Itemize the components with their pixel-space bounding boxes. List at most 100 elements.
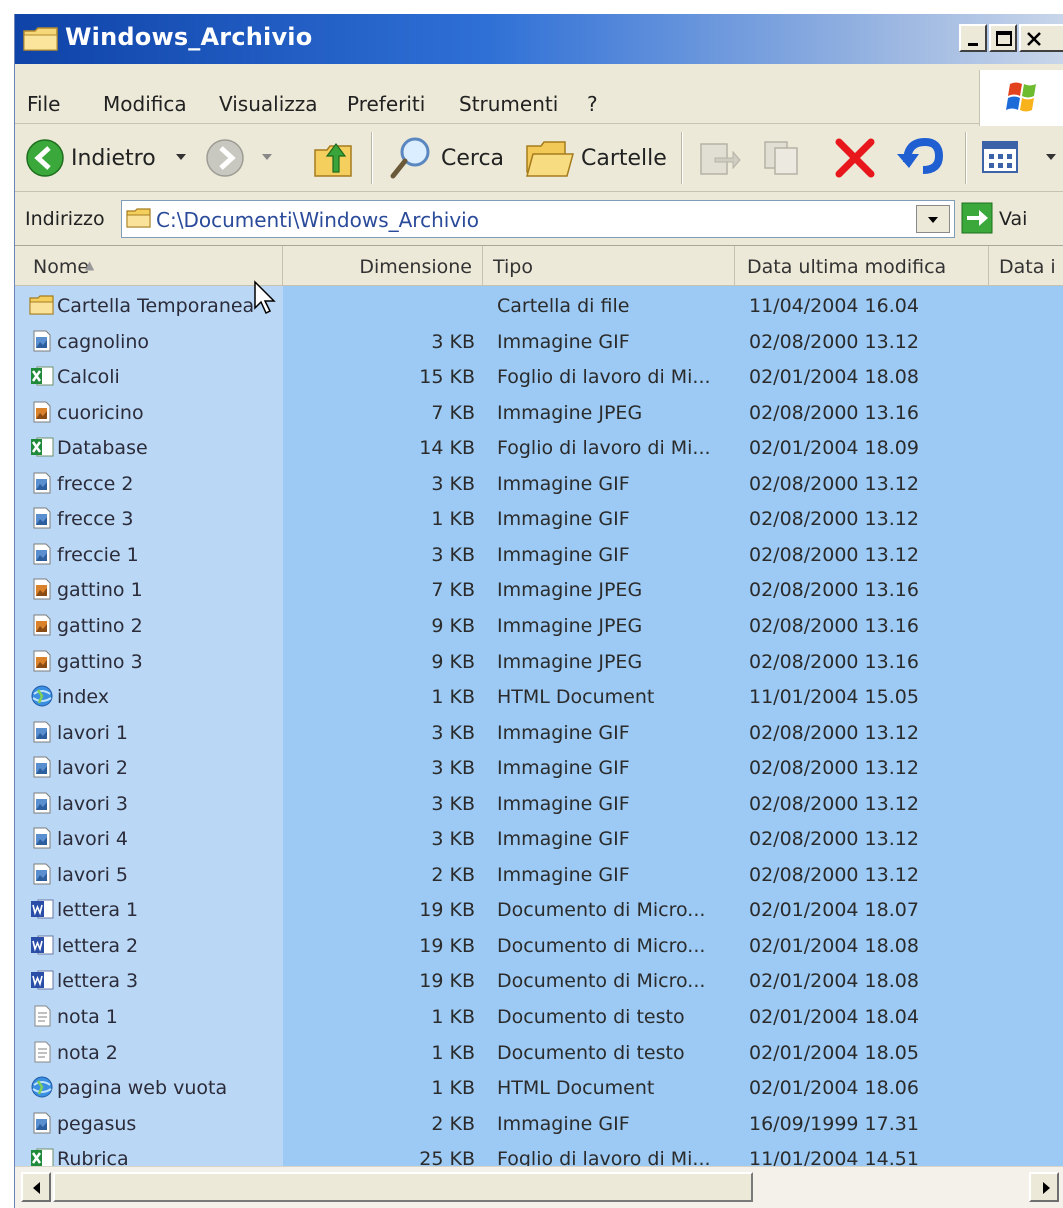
word-icon xyxy=(29,933,54,957)
menu-file[interactable]: File xyxy=(27,92,60,116)
file-row[interactable]: lettera 1 19 KB Documento di Micro... 02/01… xyxy=(15,892,1063,928)
column-header-type[interactable]: Tipo xyxy=(483,246,735,286)
file-modified-date: 02/08/2000 13.12 xyxy=(749,792,919,815)
file-modified-date: 02/08/2000 13.12 xyxy=(749,472,919,495)
file-size: 9 KB xyxy=(431,650,475,673)
minimize-button[interactable] xyxy=(959,24,987,52)
file-row[interactable]: gattino 3 9 KB Immagine JPEG 02/08/2000 13.… xyxy=(15,644,1063,680)
file-row[interactable]: lavori 1 3 KB Immagine GIF 02/08/2000 13.12 xyxy=(15,715,1063,751)
file-type: Immagine GIF xyxy=(497,543,630,566)
file-row[interactable]: lavori 5 2 KB Immagine GIF 02/08/2000 13.12 xyxy=(15,857,1063,893)
file-row[interactable]: index 1 KB HTML Document 11/01/2004 15.05 xyxy=(15,679,1063,715)
chevron-down-icon[interactable] xyxy=(1045,152,1057,162)
search-icon[interactable] xyxy=(387,134,435,182)
file-name: Calcoli xyxy=(57,366,120,389)
column-created-label: Data i xyxy=(999,256,1056,278)
file-modified-date: 11/01/2004 15.05 xyxy=(749,686,919,709)
maximize-button[interactable] xyxy=(989,24,1017,52)
file-name: lavori 1 xyxy=(57,721,129,744)
file-row[interactable]: lettera 3 19 KB Documento di Micro... 02/01… xyxy=(15,963,1063,999)
go-button-label[interactable]: Vai xyxy=(999,208,1027,230)
gif-image-icon xyxy=(29,506,53,530)
file-row[interactable]: nota 2 1 KB Documento di testo 02/01/2004 1… xyxy=(15,1035,1063,1071)
address-input[interactable]: C:\Documenti\Windows_Archivio xyxy=(121,200,955,238)
back-button-label[interactable]: Indietro xyxy=(71,146,156,171)
menu-strumenti[interactable]: Strumenti xyxy=(459,92,558,116)
file-size: 3 KB xyxy=(431,792,475,815)
excel-icon xyxy=(29,435,54,459)
title-bar[interactable]: Windows_Archivio xyxy=(15,14,1063,64)
file-row[interactable]: lavori 4 3 KB Immagine GIF 02/08/2000 13.12 xyxy=(15,821,1063,857)
menu-preferiti[interactable]: Preferiti xyxy=(347,92,425,116)
scrollbar-thumb[interactable] xyxy=(53,1172,753,1202)
window-title: Windows_Archivio xyxy=(65,23,313,51)
file-modified-date: 02/08/2000 13.12 xyxy=(749,721,919,744)
chevron-right-icon xyxy=(1043,1182,1050,1194)
file-row[interactable]: pegasus 2 KB Immagine GIF 16/09/1999 17.31 xyxy=(15,1106,1063,1142)
search-button-label[interactable]: Cerca xyxy=(441,146,504,171)
folders-icon[interactable] xyxy=(525,136,575,180)
column-header-name[interactable]: Nome ▲ xyxy=(15,246,283,286)
file-modified-date: 11/04/2004 16.04 xyxy=(749,295,919,317)
chevron-down-icon[interactable] xyxy=(261,152,273,162)
windows-flag-icon xyxy=(1006,82,1036,112)
file-type: HTML Document xyxy=(497,1077,655,1100)
forward-arrow-icon[interactable] xyxy=(205,138,245,178)
go-arrow-icon[interactable] xyxy=(961,202,993,234)
move-to-icon[interactable] xyxy=(697,138,741,178)
file-size: 15 KB xyxy=(419,366,475,389)
column-size-label: Dimensione xyxy=(359,256,472,278)
column-header-modified[interactable]: Data ultima modifica xyxy=(735,246,989,286)
horizontal-scrollbar[interactable] xyxy=(15,1166,1063,1208)
menu-modifica[interactable]: Modifica xyxy=(103,92,187,116)
file-name: frecce 2 xyxy=(57,472,134,495)
text-file-icon xyxy=(29,1004,53,1028)
folder-up-icon[interactable] xyxy=(311,136,355,180)
file-row[interactable]: lavori 2 3 KB Immagine GIF 02/08/2000 13.12 xyxy=(15,750,1063,786)
scroll-right-button[interactable] xyxy=(1029,1172,1059,1202)
column-header-created[interactable]: Data i xyxy=(989,246,1063,286)
close-button[interactable] xyxy=(1019,24,1063,52)
file-row[interactable]: lettera 2 19 KB Documento di Micro... 02/01… xyxy=(15,928,1063,964)
column-header-size[interactable]: Dimensione xyxy=(283,246,483,286)
file-row[interactable]: Calcoli 15 KB Foglio di lavoro di Mi... 02/… xyxy=(15,359,1063,395)
file-row[interactable]: gattino 1 7 KB Immagine JPEG 02/08/2000 13.… xyxy=(15,572,1063,608)
file-row[interactable]: frecce 2 3 KB Immagine GIF 02/08/2000 13.12 xyxy=(15,466,1063,502)
scroll-left-button[interactable] xyxy=(21,1172,51,1202)
folder-icon xyxy=(126,208,151,228)
column-name-label: Nome xyxy=(33,256,90,278)
address-path: C:\Documenti\Windows_Archivio xyxy=(156,208,479,232)
standard-toolbar: Indietro Cerca Cartelle xyxy=(15,124,1063,192)
views-icon[interactable] xyxy=(981,140,1021,176)
file-name: gattino 1 xyxy=(57,579,143,602)
copy-to-icon[interactable] xyxy=(761,138,805,178)
chevron-down-icon[interactable] xyxy=(175,152,187,162)
gif-image-icon xyxy=(29,862,53,886)
toolbar-separator xyxy=(965,132,967,184)
back-arrow-icon[interactable] xyxy=(25,138,65,178)
file-type: Documento di Micro... xyxy=(497,899,706,922)
file-row[interactable]: pagina web vuota 1 KB HTML Document 02/01/2… xyxy=(15,1070,1063,1106)
address-dropdown-button[interactable] xyxy=(916,205,950,233)
undo-icon[interactable] xyxy=(895,134,945,180)
file-type: Foglio di lavoro di Mi... xyxy=(497,366,711,389)
menu-visualizza[interactable]: Visualizza xyxy=(219,92,318,116)
file-row[interactable]: gattino 2 9 KB Immagine JPEG 02/08/2000 13.… xyxy=(15,608,1063,644)
file-row[interactable]: Rubrica 25 KB Foglio di lavoro di Mi... 11/… xyxy=(15,1141,1063,1166)
jpeg-image-icon xyxy=(29,400,53,424)
file-row[interactable]: frecce 3 1 KB Immagine GIF 02/08/2000 13.12 xyxy=(15,501,1063,537)
file-row[interactable]: cuoricino 7 KB Immagine JPEG 02/08/2000 13.… xyxy=(15,395,1063,431)
file-size: 1 KB xyxy=(431,1041,475,1064)
file-row[interactable]: Cartella Temporanea Cartella di file 11/04… xyxy=(15,288,1063,324)
file-modified-date: 02/08/2000 13.12 xyxy=(749,757,919,780)
file-type: Immagine GIF xyxy=(497,472,630,495)
folders-button-label[interactable]: Cartelle xyxy=(581,146,667,171)
menu-help[interactable]: ? xyxy=(587,92,598,116)
delete-icon[interactable] xyxy=(833,136,877,180)
file-row[interactable]: freccie 1 3 KB Immagine GIF 02/08/2000 13.1… xyxy=(15,537,1063,573)
file-row[interactable]: nota 1 1 KB Documento di testo 02/01/2004 1… xyxy=(15,999,1063,1035)
file-row[interactable]: Database 14 KB Foglio di lavoro di Mi... 02… xyxy=(15,430,1063,466)
close-icon xyxy=(1027,32,1041,46)
file-row[interactable]: cagnolino 3 KB Immagine GIF 02/08/2000 13.1… xyxy=(15,324,1063,360)
file-row[interactable]: lavori 3 3 KB Immagine GIF 02/08/2000 13.12 xyxy=(15,786,1063,822)
